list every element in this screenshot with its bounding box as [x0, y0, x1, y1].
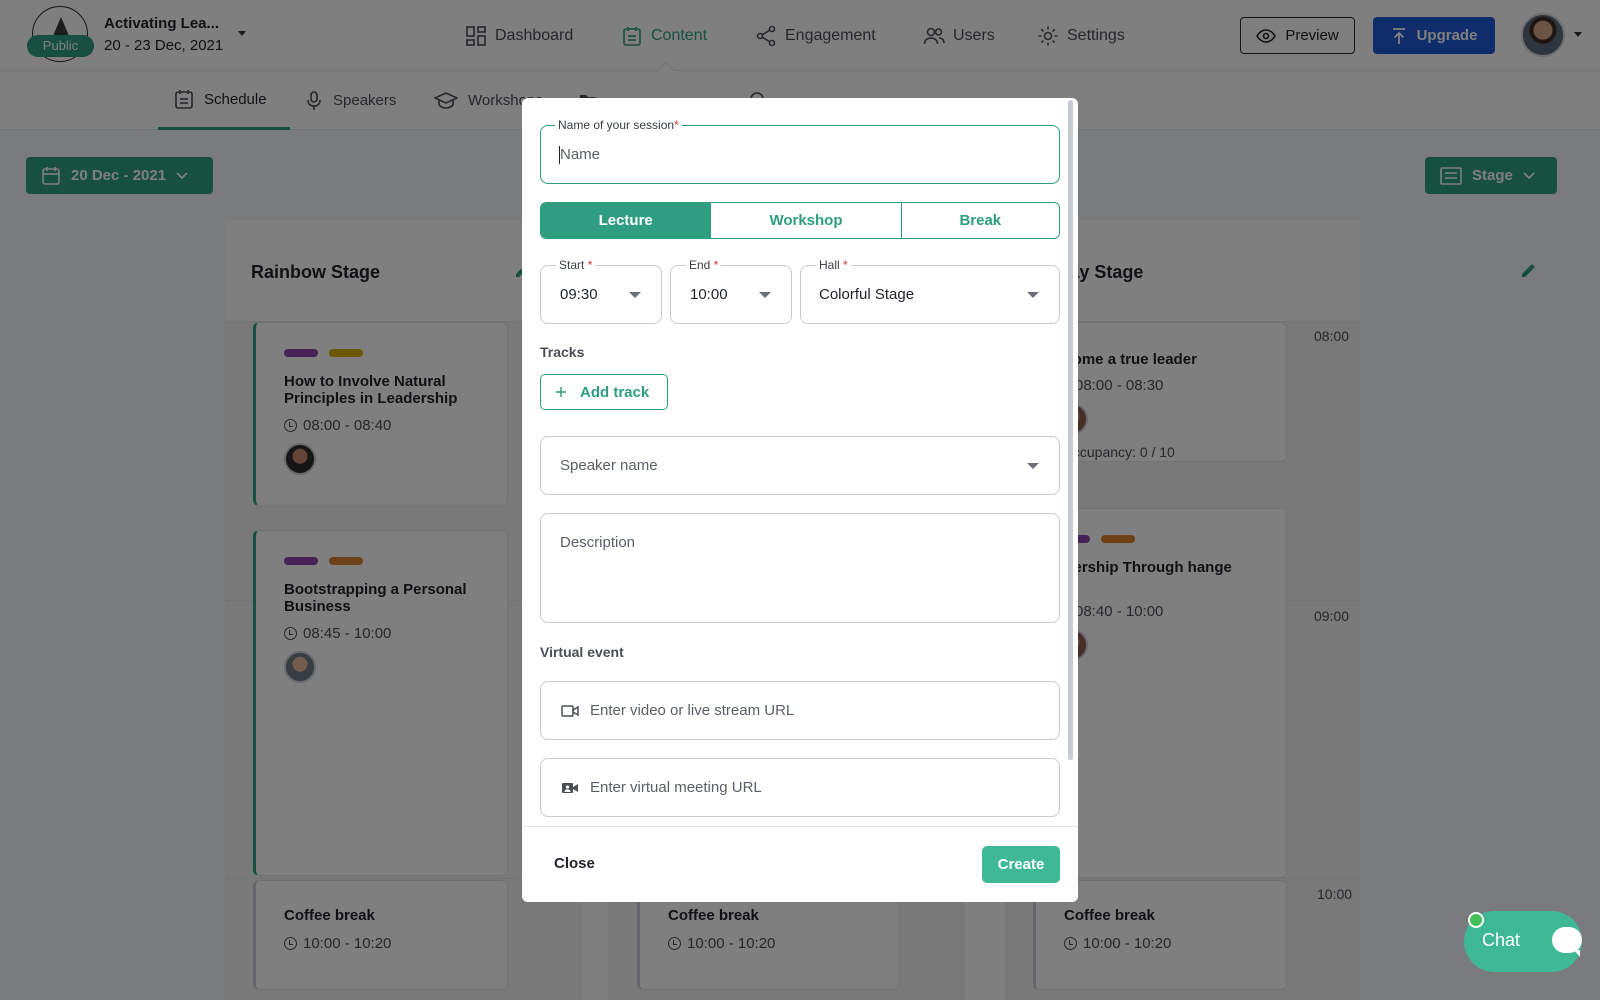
add-track-button[interactable]: Add track [540, 374, 668, 410]
session-name-placeholder: Name [560, 146, 601, 163]
description-textarea[interactable]: Description [540, 513, 1060, 623]
start-legend: Start * [556, 257, 596, 273]
type-break-button[interactable]: Break [902, 203, 1059, 238]
hall-legend: Hall * [816, 257, 851, 273]
modal-body: Name of your session* Name Lecture Works… [522, 98, 1078, 826]
session-name-legend: Name of your session* [555, 117, 682, 133]
virtual-event-label: Virtual event [540, 644, 624, 660]
chevron-down-icon [1027, 292, 1039, 298]
plus-icon [556, 387, 566, 397]
meeting-url-placeholder: Enter virtual meeting URL [590, 779, 762, 796]
chevron-down-icon [629, 292, 641, 298]
session-name-field[interactable]: Name of your session* Name [540, 117, 1060, 184]
description-placeholder: Description [560, 534, 636, 551]
video-url-input[interactable]: Enter video or live stream URL [540, 681, 1060, 740]
chat-bubble-icon [1552, 927, 1582, 957]
session-type-toggle: Lecture Workshop Break [540, 202, 1060, 239]
chevron-down-icon [1027, 463, 1039, 469]
meeting-url-input[interactable]: Enter virtual meeting URL [540, 758, 1060, 817]
start-legend-text: Start [559, 258, 585, 272]
type-lecture-button[interactable]: Lecture [541, 203, 712, 238]
create-button[interactable]: Create [982, 846, 1060, 883]
hall-value: Colorful Stage [819, 286, 915, 303]
end-legend: End * [686, 257, 722, 273]
create-session-modal: Name of your session* Name Lecture Works… [522, 98, 1078, 902]
modal-scrollbar[interactable] [1068, 100, 1073, 760]
end-time-value: 10:00 [690, 286, 728, 303]
required-marker: * [713, 258, 719, 272]
end-legend-text: End [689, 258, 711, 272]
start-time-select[interactable]: Start * 09:30 [540, 257, 662, 324]
hall-legend-text: Hall [819, 258, 840, 272]
session-name-legend-text: Name of your session [558, 118, 675, 132]
type-workshop-button[interactable]: Workshop [711, 203, 902, 238]
speaker-select[interactable]: Speaker name [540, 436, 1060, 495]
tracks-label: Tracks [540, 344, 585, 360]
video-url-placeholder: Enter video or live stream URL [590, 702, 795, 719]
hall-select[interactable]: Hall * Colorful Stage [800, 257, 1060, 324]
start-time-value: 09:30 [560, 286, 598, 303]
video-camera-icon [561, 705, 579, 717]
online-status-dot [1468, 912, 1484, 928]
close-button[interactable]: Close [554, 855, 595, 872]
end-time-select[interactable]: End * 10:00 [670, 257, 792, 324]
required-marker: * [843, 258, 848, 272]
required-marker: * [674, 118, 679, 132]
chat-label: Chat [1482, 930, 1521, 950]
add-track-label: Add track [580, 383, 650, 401]
speaker-placeholder: Speaker name [560, 457, 658, 474]
chevron-down-icon [759, 292, 771, 298]
modal-footer: Close Create [522, 826, 1078, 902]
required-marker: * [587, 258, 593, 272]
video-call-icon [562, 783, 578, 793]
